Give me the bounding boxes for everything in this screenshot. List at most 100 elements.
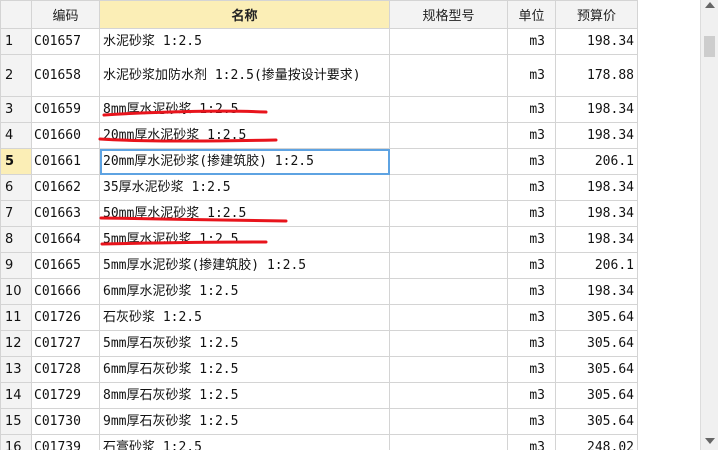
name-cell[interactable]: 8mm厚石灰砂浆 1:2.5 (99, 382, 390, 409)
price-cell[interactable]: 178.88 (555, 54, 638, 97)
row-number-cell[interactable]: 8 (0, 226, 32, 253)
price-cell[interactable]: 305.64 (555, 356, 638, 383)
header-unit[interactable]: 单位 (507, 0, 556, 29)
unit-cell[interactable]: m3 (507, 278, 556, 305)
name-cell[interactable]: 石灰砂浆 1:2.5 (99, 304, 390, 331)
row-number-cell[interactable]: 13 (0, 356, 32, 383)
table-row[interactable]: 16 C01739 石膏砂浆 1:2.5 m3 248.02 (0, 434, 638, 450)
price-cell[interactable]: 305.64 (555, 330, 638, 357)
table-row[interactable]: 7 C01663 50mm厚水泥砂浆 1:2.5 m3 198.34 (0, 200, 638, 227)
spec-cell[interactable] (389, 148, 508, 175)
spec-cell[interactable] (389, 200, 508, 227)
spec-cell[interactable] (389, 174, 508, 201)
spec-cell[interactable] (389, 356, 508, 383)
unit-cell[interactable]: m3 (507, 148, 556, 175)
spec-cell[interactable] (389, 304, 508, 331)
unit-cell[interactable]: m3 (507, 174, 556, 201)
table-row[interactable]: 10 C01666 6mm厚水泥砂浆 1:2.5 m3 198.34 (0, 278, 638, 305)
code-cell[interactable]: C01661 (31, 148, 100, 175)
spec-cell[interactable] (389, 54, 508, 97)
row-number-cell[interactable]: 10 (0, 278, 32, 305)
price-cell[interactable]: 198.34 (555, 28, 638, 55)
code-cell[interactable]: C01664 (31, 226, 100, 253)
unit-cell[interactable]: m3 (507, 200, 556, 227)
vertical-scrollbar[interactable] (700, 0, 718, 450)
spec-cell[interactable] (389, 434, 508, 450)
code-cell[interactable]: C01730 (31, 408, 100, 435)
row-number-cell[interactable]: 9 (0, 252, 32, 279)
name-cell[interactable]: 35厚水泥砂浆 1:2.5 (99, 174, 390, 201)
unit-cell[interactable]: m3 (507, 54, 556, 97)
code-cell[interactable]: C01659 (31, 96, 100, 123)
row-number-cell[interactable]: 11 (0, 304, 32, 331)
name-cell[interactable]: 9mm厚石灰砂浆 1:2.5 (99, 408, 390, 435)
spec-cell[interactable] (389, 278, 508, 305)
code-cell[interactable]: C01739 (31, 434, 100, 450)
name-cell[interactable]: 20mm厚水泥砂浆 1:2.5 (99, 122, 390, 149)
name-cell[interactable]: 20mm厚水泥砂浆(掺建筑胶) 1:2.5 (99, 148, 390, 175)
scroll-up-arrow-icon[interactable] (705, 2, 715, 8)
row-number-cell[interactable]: 12 (0, 330, 32, 357)
price-cell[interactable]: 305.64 (555, 408, 638, 435)
unit-cell[interactable]: m3 (507, 122, 556, 149)
unit-cell[interactable]: m3 (507, 330, 556, 357)
table-row[interactable]: 5 C01661 20mm厚水泥砂浆(掺建筑胶) 1:2.5 m3 206.1 (0, 148, 638, 175)
name-cell[interactable]: 水泥砂浆 1:2.5 (99, 28, 390, 55)
name-cell[interactable]: 50mm厚水泥砂浆 1:2.5 (99, 200, 390, 227)
price-cell[interactable]: 198.34 (555, 96, 638, 123)
spec-cell[interactable] (389, 382, 508, 409)
header-name[interactable]: 名称 (99, 0, 390, 29)
scroll-down-arrow-icon[interactable] (705, 438, 715, 444)
unit-cell[interactable]: m3 (507, 434, 556, 450)
spec-cell[interactable] (389, 28, 508, 55)
price-cell[interactable]: 198.34 (555, 278, 638, 305)
row-number-cell[interactable]: 4 (0, 122, 32, 149)
table-row[interactable]: 13 C01728 6mm厚石灰砂浆 1:2.5 m3 305.64 (0, 356, 638, 383)
unit-cell[interactable]: m3 (507, 382, 556, 409)
spec-cell[interactable] (389, 330, 508, 357)
spec-cell[interactable] (389, 226, 508, 253)
name-cell[interactable]: 5mm厚水泥砂浆(掺建筑胶) 1:2.5 (99, 252, 390, 279)
code-cell[interactable]: C01729 (31, 382, 100, 409)
unit-cell[interactable]: m3 (507, 408, 556, 435)
code-cell[interactable]: C01728 (31, 356, 100, 383)
row-number-cell[interactable]: 5 (0, 148, 32, 175)
table-row[interactable]: 4 C01660 20mm厚水泥砂浆 1:2.5 m3 198.34 (0, 122, 638, 149)
table-row[interactable]: 2 C01658 水泥砂浆加防水剂 1:2.5(掺量按设计要求) m3 178.88 (0, 54, 638, 97)
table-row[interactable]: 15 C01730 9mm厚石灰砂浆 1:2.5 m3 305.64 (0, 408, 638, 435)
row-number-cell[interactable]: 3 (0, 96, 32, 123)
spec-cell[interactable] (389, 96, 508, 123)
price-cell[interactable]: 206.1 (555, 252, 638, 279)
name-cell[interactable]: 水泥砂浆加防水剂 1:2.5(掺量按设计要求) (99, 54, 390, 97)
price-cell[interactable]: 206.1 (555, 148, 638, 175)
scroll-thumb[interactable] (704, 36, 715, 57)
header-price[interactable]: 预算价 (555, 0, 638, 29)
name-cell[interactable]: 5mm厚水泥砂浆 1:2.5 (99, 226, 390, 253)
price-cell[interactable]: 305.64 (555, 304, 638, 331)
code-cell[interactable]: C01660 (31, 122, 100, 149)
unit-cell[interactable]: m3 (507, 28, 556, 55)
table-row[interactable]: 3 C01659 8mm厚水泥砂浆 1:2.5 m3 198.34 (0, 96, 638, 123)
unit-cell[interactable]: m3 (507, 252, 556, 279)
table-row[interactable]: 11 C01726 石灰砂浆 1:2.5 m3 305.64 (0, 304, 638, 331)
row-number-cell[interactable]: 7 (0, 200, 32, 227)
code-cell[interactable]: C01666 (31, 278, 100, 305)
spec-cell[interactable] (389, 122, 508, 149)
price-cell[interactable]: 305.64 (555, 382, 638, 409)
table-row[interactable]: 9 C01665 5mm厚水泥砂浆(掺建筑胶) 1:2.5 m3 206.1 (0, 252, 638, 279)
spec-cell[interactable] (389, 408, 508, 435)
unit-cell[interactable]: m3 (507, 304, 556, 331)
name-cell[interactable]: 5mm厚石灰砂浆 1:2.5 (99, 330, 390, 357)
table-row[interactable]: 12 C01727 5mm厚石灰砂浆 1:2.5 m3 305.64 (0, 330, 638, 357)
unit-cell[interactable]: m3 (507, 96, 556, 123)
header-row-number[interactable] (0, 0, 32, 29)
code-cell[interactable]: C01727 (31, 330, 100, 357)
unit-cell[interactable]: m3 (507, 356, 556, 383)
row-number-cell[interactable]: 14 (0, 382, 32, 409)
unit-cell[interactable]: m3 (507, 226, 556, 253)
name-cell[interactable]: 石膏砂浆 1:2.5 (99, 434, 390, 450)
header-code[interactable]: 编码 (31, 0, 100, 29)
row-number-cell[interactable]: 6 (0, 174, 32, 201)
code-cell[interactable]: C01662 (31, 174, 100, 201)
header-spec[interactable]: 规格型号 (389, 0, 508, 29)
